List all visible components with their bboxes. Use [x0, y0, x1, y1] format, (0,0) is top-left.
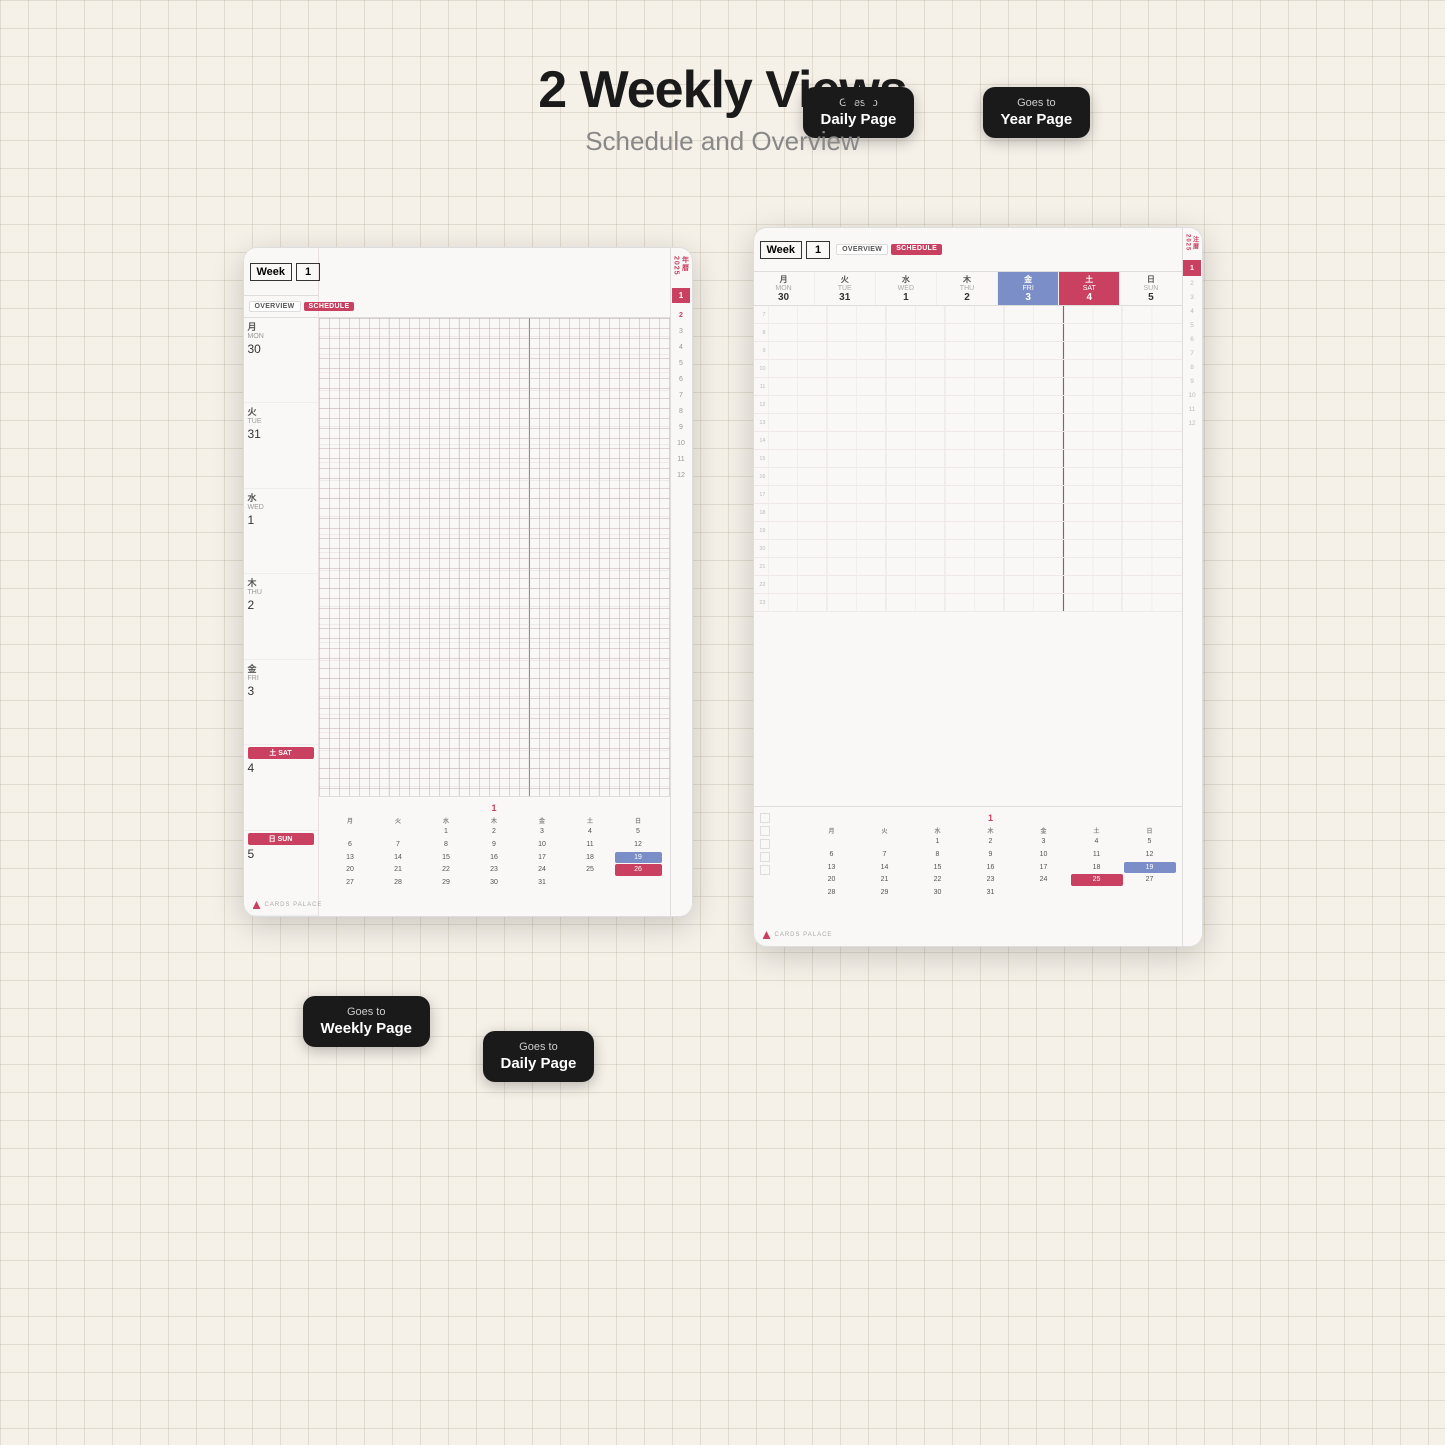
callout-weekly-page: Goes to Weekly Page — [303, 996, 430, 1047]
left-days-column: Week 1 OVERVIEW SCHEDULE 月 MON 30 — [244, 248, 319, 916]
right-side-tab-active: 1 — [1183, 260, 1201, 276]
right-vert-jp: 注暦2025 — [1185, 234, 1200, 251]
sub-title: Schedule and Overview — [538, 126, 907, 157]
time-row-19: 19 — [754, 522, 1182, 540]
right-week-label: Week — [760, 241, 803, 259]
time-row-13: 13 — [754, 414, 1182, 432]
time-cells-7 — [768, 306, 1182, 323]
main-title: 2 Weekly Views — [538, 60, 907, 120]
right-main-content: Week 1 OVERVIEW SCHEDULE 月 MON 30 — [754, 228, 1182, 946]
r-day-sun: 日 SUN 5 — [1120, 272, 1181, 305]
callout-daily-page-left: Goes to Daily Page — [483, 1031, 595, 1082]
right-tab-strip: 年暦2025 1 2 3 4 5 6 7 8 9 10 11 12 — [670, 248, 692, 916]
brand-icon-right — [763, 931, 771, 939]
left-planner: Week 1 OVERVIEW SCHEDULE 月 MON 30 — [243, 247, 693, 917]
right-tab-schedule[interactable]: SCHEDULE — [891, 244, 942, 255]
schedule-grid — [319, 318, 670, 796]
day-row-tue: 火 TUE 31 — [244, 403, 318, 488]
day-row-wed: 水 WED 1 — [244, 489, 318, 574]
tab-overview[interactable]: OVERVIEW — [249, 301, 301, 312]
brand-label-left: CARDS PALACE — [253, 901, 323, 909]
right-day-headers: 月 MON 30 火 TUE 31 水 WED 1 — [754, 272, 1182, 306]
right-tab-strip-right: 注暦2025 1 2 3 4 5 6 7 8 9 10 11 12 — [1182, 228, 1202, 946]
week-header: Week 1 — [244, 248, 318, 296]
day-row-sat: 土 SAT 4 — [244, 745, 318, 830]
time-row-12: 12 — [754, 396, 1182, 414]
time-row-15: 15 — [754, 450, 1182, 468]
time-row-21: 21 — [754, 558, 1182, 576]
r-day-thu: 木 THU 2 — [937, 272, 998, 305]
time-row-23: 23 — [754, 594, 1182, 612]
time-row-8: 8 — [754, 324, 1182, 342]
time-row-18: 18 — [754, 504, 1182, 522]
right-mini-calendar: 1 月 火 水 木 金 土 日 1 — [806, 813, 1176, 940]
schedule-col-2 — [389, 318, 459, 796]
time-row-14: 14 — [754, 432, 1182, 450]
r-day-fri: 金 FRI 3 — [998, 272, 1059, 305]
r-day-sat: 土 SAT 4 — [1059, 272, 1120, 305]
left-planner-inner: Week 1 OVERVIEW SCHEDULE 月 MON 30 — [243, 247, 693, 917]
time-row-16: 16 — [754, 468, 1182, 486]
r-day-wed: 水 WED 1 — [876, 272, 937, 305]
right-week-header: Week 1 OVERVIEW SCHEDULE — [754, 228, 1182, 272]
right-tab-overview[interactable]: OVERVIEW — [836, 244, 888, 255]
day-row-fri: 金 FRI 3 — [244, 660, 318, 745]
right-mini-cal-grid: 月 火 水 木 金 土 日 1 2 3 — [806, 826, 1176, 899]
right-bottom-area: 1 月 火 水 木 金 土 日 1 — [754, 806, 1182, 946]
right-mini-cal-title: 1 — [806, 813, 1176, 823]
notes-checkboxes — [760, 813, 800, 940]
r-day-mon: 月 MON 30 — [754, 272, 815, 305]
week-label: Week — [250, 263, 293, 281]
callout-year-page: Goes to Year Page — [983, 87, 1091, 138]
mini-cal-title: 1 — [327, 803, 662, 813]
right-planner-inner: Week 1 OVERVIEW SCHEDULE 月 MON 30 — [753, 227, 1203, 947]
week-number: 1 — [296, 263, 320, 281]
bottom-area: 1 月 火 水 木 金 土 日 1 — [319, 796, 670, 916]
time-row-7: 7 — [754, 306, 1182, 324]
r-day-tue: 火 TUE 31 — [815, 272, 876, 305]
schedule-col-3 — [459, 318, 529, 796]
schedule-col-1 — [319, 318, 389, 796]
tabs-row: OVERVIEW SCHEDULE — [244, 296, 318, 318]
time-row-20: 20 — [754, 540, 1182, 558]
h-schedule-grid: 7 8 — [754, 306, 1182, 806]
schedule-col-5 — [599, 318, 669, 796]
time-row-9: 9 — [754, 342, 1182, 360]
time-row-11: 11 — [754, 378, 1182, 396]
time-row-17: 17 — [754, 486, 1182, 504]
day-rows: 月 MON 30 火 TUE 31 水 WED 1 — [244, 318, 318, 916]
brand-label-right: CARDS PALACE — [763, 931, 833, 939]
planners-area: Week 1 OVERVIEW SCHEDULE 月 MON 30 — [243, 247, 1203, 947]
time-row-22: 22 — [754, 576, 1182, 594]
vertical-jp-text: 年暦2025 — [673, 256, 690, 276]
right-planner: Week 1 OVERVIEW SCHEDULE 月 MON 30 — [753, 227, 1203, 947]
mini-cal-grid: 月 火 水 木 金 土 日 1 2 3 — [327, 816, 662, 889]
time-row-10: 10 — [754, 360, 1182, 378]
right-week-number: 1 — [806, 241, 830, 259]
left-mini-calendar: 1 月 火 水 木 金 土 日 1 — [327, 803, 662, 910]
main-grid-area: 1 月 火 水 木 金 土 日 1 — [319, 248, 670, 916]
header: 2 Weekly Views Schedule and Overview — [538, 60, 907, 157]
week-num-tab: 1 — [672, 288, 690, 303]
day-row-thu: 木 THU 2 — [244, 574, 318, 659]
day-row-mon: 月 MON 30 — [244, 318, 318, 403]
brand-icon-left — [253, 901, 261, 909]
schedule-col-4-sat — [529, 318, 599, 796]
page-container: 2 Weekly Views Schedule and Overview Wee… — [0, 0, 1445, 1445]
grid-top-spacer — [319, 248, 670, 318]
